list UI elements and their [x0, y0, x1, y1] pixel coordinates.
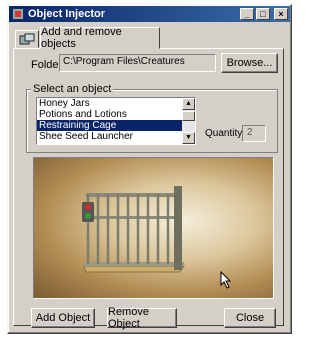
tab-objects-icon[interactable] [15, 30, 39, 48]
quantity-field[interactable]: 2 [242, 125, 266, 142]
list-scrollbar[interactable]: ▲ ▼ [182, 98, 195, 144]
scroll-up-icon[interactable]: ▲ [182, 98, 195, 110]
folder-label: Folder [31, 59, 63, 71]
title-bar[interactable]: Object Injector _ □ × [9, 6, 290, 22]
list-item[interactable]: Potions and Lotions [37, 109, 182, 120]
minimize-button[interactable]: _ [240, 8, 254, 20]
list-item[interactable]: Honey Jars [37, 98, 182, 109]
remove-object-button[interactable]: Remove Object [107, 306, 177, 330]
add-object-button[interactable]: Add Object [31, 308, 95, 328]
maximize-button[interactable]: □ [256, 8, 270, 20]
close-window-button[interactable]: × [274, 8, 288, 20]
close-button[interactable]: Close [224, 308, 276, 328]
browse-button[interactable]: Browse... [221, 53, 278, 73]
object-listbox[interactable]: Honey Jars Potions and Lotions Restraini… [36, 97, 196, 145]
list-item[interactable]: Shee Seed Launcher [37, 131, 182, 142]
mouse-cursor-icon [220, 271, 232, 289]
objects-icon [19, 33, 35, 45]
object-preview [33, 157, 274, 299]
quantity-label: Quantity: [205, 128, 246, 139]
list-item-selected[interactable]: Restraining Cage [37, 120, 182, 131]
scroll-thumb[interactable] [182, 111, 195, 121]
select-object-legend: Select an object [31, 83, 114, 95]
tab-add-remove-objects[interactable]: Add and remove objects [40, 26, 160, 50]
cage-preview [82, 186, 185, 273]
window-title: Object Injector [28, 8, 106, 20]
app-icon [12, 8, 24, 20]
folder-path-field[interactable]: C:\Program Files\Creatures [59, 54, 216, 72]
scroll-down-icon[interactable]: ▼ [182, 132, 195, 144]
